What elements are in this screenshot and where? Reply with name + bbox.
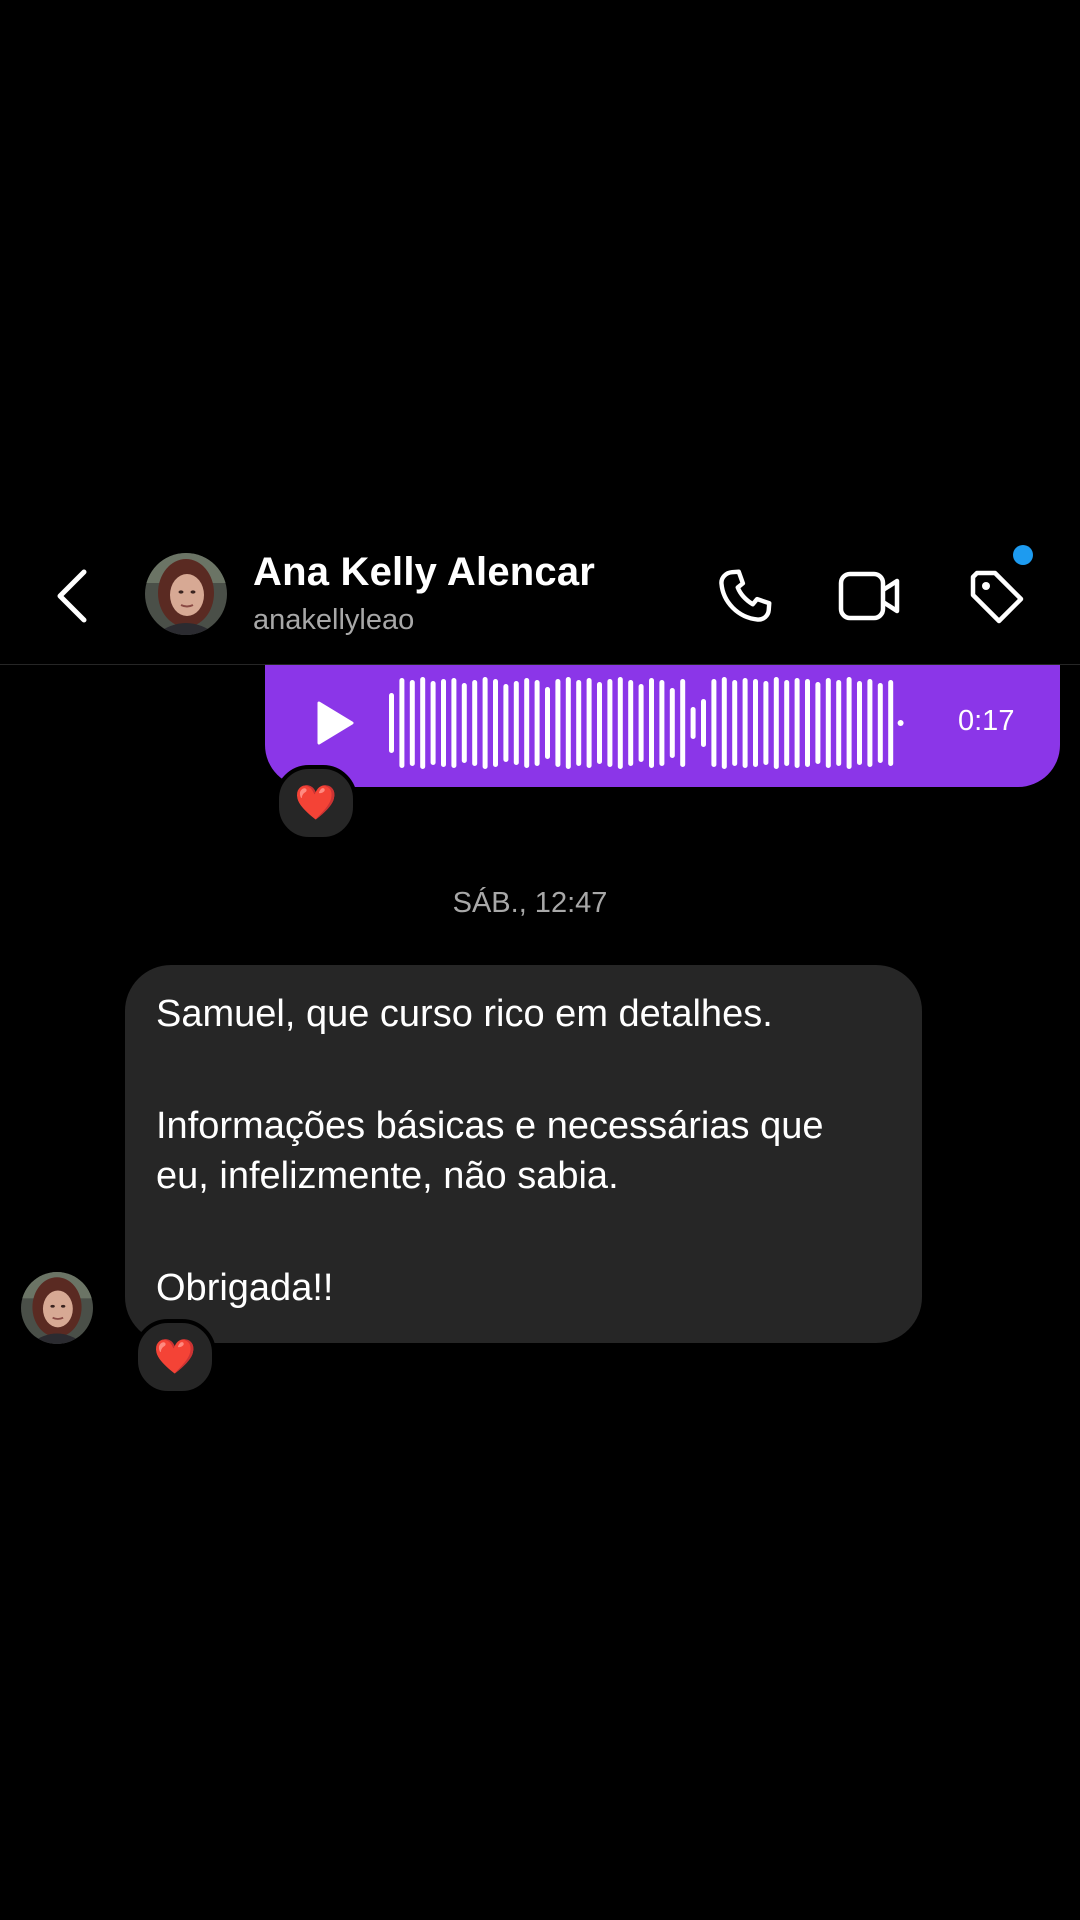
heart-emoji: ❤️: [153, 1337, 197, 1377]
waveform-bar: [784, 680, 790, 766]
waveform-bar: [420, 677, 426, 769]
waveform-bar: [597, 682, 602, 764]
play-icon: [317, 701, 354, 745]
waveform-bar: [451, 678, 457, 768]
waveform-bar: [773, 677, 779, 769]
waveform-bar: [659, 680, 665, 766]
waveform-progress-dot: [897, 720, 904, 726]
waveform-bar: [534, 680, 540, 766]
waveform-bar: [763, 681, 769, 765]
waveform-bar: [680, 679, 686, 767]
waveform-bar: [638, 684, 644, 762]
tag-button[interactable]: [960, 560, 1032, 632]
waveform-bar: [607, 679, 613, 767]
waveform-bar: [857, 681, 862, 765]
waveform-bar: [669, 688, 675, 758]
tag-icon: [970, 570, 1024, 624]
audio-waveform[interactable]: [385, 665, 905, 781]
contact-name[interactable]: Ana Kelly Alencar: [253, 550, 595, 595]
waveform-bar: [565, 677, 571, 769]
waveform-bar: [617, 677, 623, 769]
waveform-bar: [794, 678, 800, 768]
back-button[interactable]: [48, 562, 96, 630]
heart-reaction[interactable]: ❤️: [275, 765, 357, 841]
waveform-bar: [399, 678, 405, 768]
avatar[interactable]: [145, 553, 227, 635]
waveform-bar: [825, 678, 831, 768]
waveform-bar: [389, 693, 394, 753]
waveform-bar: [472, 680, 478, 766]
waveform-bar: [867, 679, 873, 767]
heart-emoji: ❤️: [294, 783, 338, 823]
contact-handle[interactable]: anakellyleao: [253, 604, 414, 637]
message-thread[interactable]: 0:17 ❤️ SÁB., 12:47 Samuel, que curso ri…: [0, 665, 1080, 1920]
voice-message-bubble[interactable]: 0:17: [265, 665, 1060, 787]
waveform-bar: [482, 677, 488, 769]
waveform-bar: [461, 683, 467, 763]
waveform-bar: [888, 680, 894, 766]
waveform-bar: [815, 682, 821, 764]
phone-icon: [719, 569, 772, 622]
message-line: eu, infelizmente, não sabia.: [156, 1155, 619, 1197]
waveform-bar: [701, 699, 706, 747]
waveform-bar: [805, 679, 810, 767]
waveform-bar: [524, 678, 530, 768]
waveform-bar: [503, 684, 509, 762]
received-message-bubble[interactable]: Samuel, que curso rico em detalhes. Info…: [125, 965, 922, 1343]
waveform-bar: [690, 707, 696, 739]
waveform-bar: [711, 679, 717, 767]
waveform-bar: [877, 683, 883, 763]
chevron-left-icon: [57, 569, 87, 623]
waveform-bar: [513, 681, 519, 765]
sender-avatar[interactable]: [21, 1272, 93, 1344]
audio-call-button[interactable]: [710, 560, 782, 632]
video-call-button[interactable]: [834, 560, 906, 632]
waveform-bar: [430, 681, 436, 765]
waveform-bar: [409, 680, 415, 766]
waveform-bar: [493, 679, 498, 767]
chat-header: Ana Kelly Alencar anakellyleao: [0, 540, 1080, 665]
waveform-bar: [732, 680, 738, 766]
heart-reaction[interactable]: ❤️: [134, 1319, 216, 1395]
waveform-bar: [649, 678, 654, 768]
video-camera-icon: [838, 571, 900, 621]
waveform-bar: [545, 687, 550, 759]
waveform-bar: [555, 679, 561, 767]
waveform-bar: [441, 679, 446, 767]
message-line: Informações básicas e necessárias que: [156, 1105, 824, 1147]
play-button[interactable]: [305, 683, 365, 763]
waveform-bar: [753, 679, 758, 767]
waveform-bar: [628, 680, 634, 766]
waveform-bar: [836, 680, 842, 766]
waveform-bar: [576, 680, 582, 766]
waveform-bar: [742, 678, 748, 768]
message-line: Samuel, que curso rico em detalhes.: [156, 993, 773, 1035]
message-line: Obrigada!!: [156, 1267, 334, 1309]
waveform-bar: [846, 677, 852, 769]
waveform-bar: [721, 677, 727, 769]
date-separator: SÁB., 12:47: [452, 887, 608, 919]
waveform-bar: [586, 678, 592, 768]
voice-duration: 0:17: [958, 705, 1015, 737]
notification-dot: [1013, 545, 1033, 565]
